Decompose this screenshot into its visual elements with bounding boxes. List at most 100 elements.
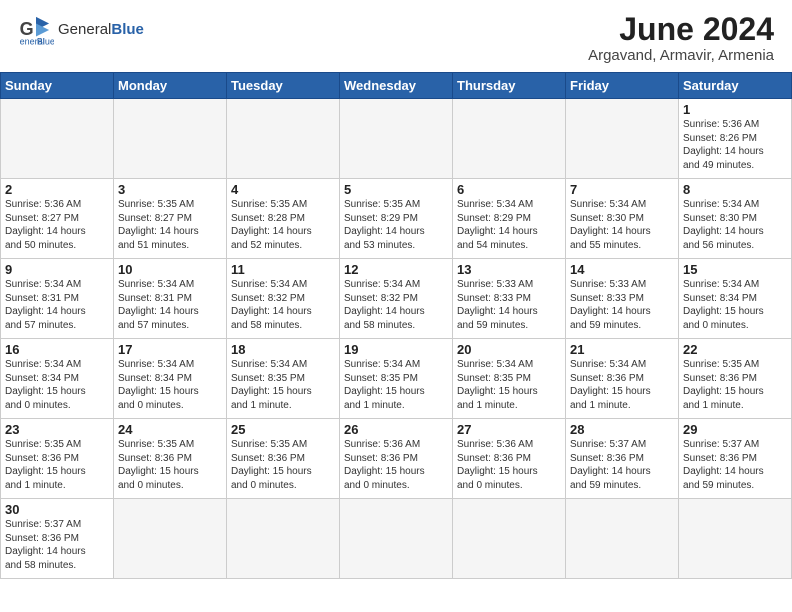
day-number: 28 <box>570 422 674 437</box>
calendar-day-cell: 16Sunrise: 5:34 AM Sunset: 8:34 PM Dayli… <box>1 339 114 419</box>
day-info: Sunrise: 5:34 AM Sunset: 8:35 PM Dayligh… <box>344 358 448 412</box>
day-info: Sunrise: 5:35 AM Sunset: 8:36 PM Dayligh… <box>5 438 109 492</box>
day-number: 26 <box>344 422 448 437</box>
weekday-header-sunday: Sunday <box>1 73 114 99</box>
day-number: 6 <box>457 182 561 197</box>
day-info: Sunrise: 5:34 AM Sunset: 8:31 PM Dayligh… <box>118 278 222 332</box>
calendar-day-cell <box>340 499 453 579</box>
calendar-day-cell: 25Sunrise: 5:35 AM Sunset: 8:36 PM Dayli… <box>227 419 340 499</box>
day-number: 27 <box>457 422 561 437</box>
day-number: 25 <box>231 422 335 437</box>
day-info: Sunrise: 5:34 AM Sunset: 8:34 PM Dayligh… <box>683 278 787 332</box>
day-number: 11 <box>231 262 335 277</box>
weekday-header-tuesday: Tuesday <box>227 73 340 99</box>
title-block: June 2024 Argavand, Armavir, Armenia <box>588 12 774 64</box>
calendar-day-cell <box>566 499 679 579</box>
day-number: 23 <box>5 422 109 437</box>
calendar-day-cell <box>227 499 340 579</box>
day-info: Sunrise: 5:34 AM Sunset: 8:34 PM Dayligh… <box>118 358 222 412</box>
calendar-day-cell: 4Sunrise: 5:35 AM Sunset: 8:28 PM Daylig… <box>227 179 340 259</box>
day-info: Sunrise: 5:34 AM Sunset: 8:32 PM Dayligh… <box>344 278 448 332</box>
calendar-day-cell: 19Sunrise: 5:34 AM Sunset: 8:35 PM Dayli… <box>340 339 453 419</box>
day-info: Sunrise: 5:35 AM Sunset: 8:29 PM Dayligh… <box>344 198 448 252</box>
calendar-day-cell: 23Sunrise: 5:35 AM Sunset: 8:36 PM Dayli… <box>1 419 114 499</box>
calendar-day-cell: 26Sunrise: 5:36 AM Sunset: 8:36 PM Dayli… <box>340 419 453 499</box>
day-info: Sunrise: 5:33 AM Sunset: 8:33 PM Dayligh… <box>570 278 674 332</box>
svg-text:Blue: Blue <box>37 37 54 47</box>
day-info: Sunrise: 5:35 AM Sunset: 8:28 PM Dayligh… <box>231 198 335 252</box>
calendar-week-row: 30Sunrise: 5:37 AM Sunset: 8:36 PM Dayli… <box>1 499 792 579</box>
day-info: Sunrise: 5:35 AM Sunset: 8:36 PM Dayligh… <box>118 438 222 492</box>
day-info: Sunrise: 5:34 AM Sunset: 8:30 PM Dayligh… <box>570 198 674 252</box>
calendar-week-row: 1Sunrise: 5:36 AM Sunset: 8:26 PM Daylig… <box>1 99 792 179</box>
day-info: Sunrise: 5:34 AM Sunset: 8:29 PM Dayligh… <box>457 198 561 252</box>
calendar-day-cell: 22Sunrise: 5:35 AM Sunset: 8:36 PM Dayli… <box>679 339 792 419</box>
day-number: 22 <box>683 342 787 357</box>
calendar-day-cell <box>566 99 679 179</box>
logo-blue: Blue <box>111 21 144 38</box>
month-title: June 2024 <box>588 12 774 47</box>
calendar-day-cell: 2Sunrise: 5:36 AM Sunset: 8:27 PM Daylig… <box>1 179 114 259</box>
day-info: Sunrise: 5:36 AM Sunset: 8:36 PM Dayligh… <box>344 438 448 492</box>
calendar-day-cell: 5Sunrise: 5:35 AM Sunset: 8:29 PM Daylig… <box>340 179 453 259</box>
weekday-header-monday: Monday <box>114 73 227 99</box>
calendar-day-cell: 17Sunrise: 5:34 AM Sunset: 8:34 PM Dayli… <box>114 339 227 419</box>
calendar-day-cell <box>1 99 114 179</box>
calendar-day-cell: 29Sunrise: 5:37 AM Sunset: 8:36 PM Dayli… <box>679 419 792 499</box>
day-info: Sunrise: 5:33 AM Sunset: 8:33 PM Dayligh… <box>457 278 561 332</box>
logo-label: GeneralBlue <box>58 21 144 39</box>
calendar-week-row: 9Sunrise: 5:34 AM Sunset: 8:31 PM Daylig… <box>1 259 792 339</box>
calendar-day-cell <box>453 499 566 579</box>
day-info: Sunrise: 5:35 AM Sunset: 8:27 PM Dayligh… <box>118 198 222 252</box>
calendar-day-cell: 11Sunrise: 5:34 AM Sunset: 8:32 PM Dayli… <box>227 259 340 339</box>
day-number: 21 <box>570 342 674 357</box>
weekday-header-saturday: Saturday <box>679 73 792 99</box>
logo: G eneral Blue GeneralBlue <box>18 12 144 48</box>
day-number: 7 <box>570 182 674 197</box>
calendar-table: SundayMondayTuesdayWednesdayThursdayFrid… <box>0 72 792 579</box>
day-number: 29 <box>683 422 787 437</box>
logo-general: General <box>58 21 111 38</box>
calendar-day-cell: 10Sunrise: 5:34 AM Sunset: 8:31 PM Dayli… <box>114 259 227 339</box>
calendar-day-cell: 7Sunrise: 5:34 AM Sunset: 8:30 PM Daylig… <box>566 179 679 259</box>
day-number: 24 <box>118 422 222 437</box>
calendar-day-cell: 21Sunrise: 5:34 AM Sunset: 8:36 PM Dayli… <box>566 339 679 419</box>
day-number: 17 <box>118 342 222 357</box>
day-number: 16 <box>5 342 109 357</box>
calendar-day-cell: 30Sunrise: 5:37 AM Sunset: 8:36 PM Dayli… <box>1 499 114 579</box>
calendar-week-row: 16 Sunrise: 5:34 AM Sunset: 8:34 PM Dayli… <box>1 339 792 419</box>
weekday-header-row: SundayMondayTuesdayWednesdayThursdayFrid… <box>1 73 792 99</box>
day-number: 4 <box>231 182 335 197</box>
calendar-day-cell: 14Sunrise: 5:33 AM Sunset: 8:33 PM Dayli… <box>566 259 679 339</box>
day-info: Sunrise: 5:34 AM Sunset: 8:31 PM Dayligh… <box>5 278 109 332</box>
day-number: 20 <box>457 342 561 357</box>
day-info: Sunrise: 5:36 AM Sunset: 8:27 PM Dayligh… <box>5 198 109 252</box>
day-number: 9 <box>5 262 109 277</box>
weekday-header-friday: Friday <box>566 73 679 99</box>
day-number: 10 <box>118 262 222 277</box>
calendar-body: 1Sunrise: 5:36 AM Sunset: 8:26 PM Daylig… <box>1 99 792 579</box>
calendar-day-cell <box>114 99 227 179</box>
location-subtitle: Argavand, Armavir, Armenia <box>588 47 774 64</box>
svg-text:G: G <box>20 19 34 39</box>
day-number: 13 <box>457 262 561 277</box>
calendar-day-cell: 20Sunrise: 5:34 AM Sunset: 8:35 PM Dayli… <box>453 339 566 419</box>
page-header: G eneral Blue GeneralBlue June 2024 Arga… <box>0 0 792 72</box>
calendar-day-cell: 28Sunrise: 5:37 AM Sunset: 8:36 PM Dayli… <box>566 419 679 499</box>
day-info: Sunrise: 5:36 AM Sunset: 8:26 PM Dayligh… <box>683 118 787 172</box>
day-number: 5 <box>344 182 448 197</box>
day-number: 30 <box>5 502 109 517</box>
calendar-day-cell: 9Sunrise: 5:34 AM Sunset: 8:31 PM Daylig… <box>1 259 114 339</box>
day-info: Sunrise: 5:37 AM Sunset: 8:36 PM Dayligh… <box>683 438 787 492</box>
day-info: Sunrise: 5:37 AM Sunset: 8:36 PM Dayligh… <box>570 438 674 492</box>
calendar-day-cell: 8Sunrise: 5:34 AM Sunset: 8:30 PM Daylig… <box>679 179 792 259</box>
day-number: 14 <box>570 262 674 277</box>
day-info: Sunrise: 5:34 AM Sunset: 8:32 PM Dayligh… <box>231 278 335 332</box>
generalblue-logo-icon: G eneral Blue <box>18 12 54 48</box>
calendar-day-cell: 3Sunrise: 5:35 AM Sunset: 8:27 PM Daylig… <box>114 179 227 259</box>
day-number: 19 <box>344 342 448 357</box>
calendar-week-row: 23Sunrise: 5:35 AM Sunset: 8:36 PM Dayli… <box>1 419 792 499</box>
day-info: Sunrise: 5:35 AM Sunset: 8:36 PM Dayligh… <box>231 438 335 492</box>
calendar-day-cell: 18Sunrise: 5:34 AM Sunset: 8:35 PM Dayli… <box>227 339 340 419</box>
weekday-header-thursday: Thursday <box>453 73 566 99</box>
